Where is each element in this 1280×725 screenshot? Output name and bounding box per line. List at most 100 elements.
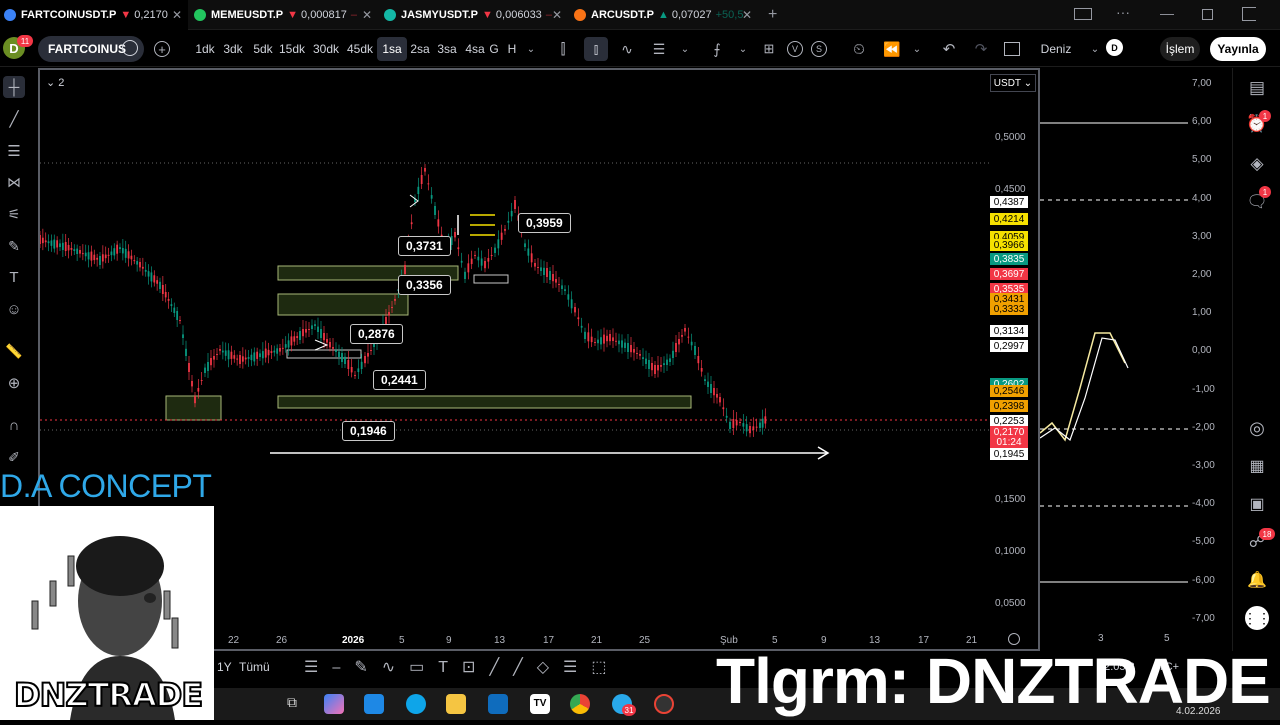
redo-icon[interactable]: ↷ bbox=[972, 40, 990, 58]
chrome-icon[interactable] bbox=[570, 694, 590, 714]
range-1y[interactable]: 1Y bbox=[217, 660, 232, 674]
grid-apps-icon[interactable]: ⋮⋮ bbox=[1243, 606, 1271, 630]
close-icon[interactable]: ✕ bbox=[742, 8, 752, 22]
ruler-icon[interactable]: 📏 bbox=[3, 340, 25, 362]
range-all[interactable]: Tümü bbox=[239, 660, 270, 674]
target-icon[interactable]: ◎ bbox=[1245, 416, 1269, 440]
tab-2[interactable]: JASMYUSDT.P ▼ 0,006033– ✕ bbox=[380, 0, 568, 30]
interval-15dk[interactable]: 15dk bbox=[277, 37, 307, 61]
time-tick: 25 bbox=[639, 635, 651, 646]
taskview-icon[interactable]: ⧉ bbox=[282, 694, 302, 714]
fib-icon[interactable]: ⚟ bbox=[3, 203, 25, 225]
watchlist-icon[interactable]: ▤ bbox=[1245, 76, 1269, 100]
candle-body bbox=[173, 307, 176, 313]
chevron-down-icon[interactable]: ⌄ bbox=[676, 40, 694, 58]
candle-body bbox=[675, 343, 677, 352]
panel-icon[interactable] bbox=[1074, 8, 1092, 20]
bell-icon[interactable]: 🔔 bbox=[1245, 568, 1269, 592]
emoji-icon[interactable]: ☺ bbox=[3, 298, 25, 320]
candle-body bbox=[490, 255, 493, 256]
calendar-icon[interactable]: ▦ bbox=[1245, 454, 1269, 478]
store-icon[interactable] bbox=[364, 694, 384, 714]
layers-icon[interactable]: ◈ bbox=[1245, 152, 1269, 176]
candle-body bbox=[570, 299, 573, 309]
chevron-down-icon[interactable]: ⌄ bbox=[522, 40, 540, 58]
alert-v-icon[interactable]: V bbox=[787, 41, 803, 57]
candle-body bbox=[185, 348, 187, 356]
interval-1dk[interactable]: 1dk bbox=[190, 37, 220, 61]
edge-icon[interactable] bbox=[406, 694, 426, 714]
window-minimize-icon[interactable]: — bbox=[1160, 5, 1174, 21]
tab-0[interactable]: FARTCOINUSDT.P ▼ 0,2170 ✕ bbox=[0, 0, 188, 30]
close-icon[interactable]: ✕ bbox=[362, 8, 372, 22]
interval-3sa[interactable]: 3sa bbox=[432, 37, 462, 61]
price-tick: 0,1500 bbox=[995, 494, 1026, 505]
brush-icon[interactable]: ✎ bbox=[3, 235, 25, 257]
trendline-icon[interactable]: ╱ bbox=[3, 108, 25, 130]
tradingview-icon[interactable]: TV bbox=[530, 694, 550, 714]
interval-1sa[interactable]: 1sa bbox=[377, 37, 407, 61]
layout-name[interactable]: Deniz bbox=[1036, 37, 1076, 61]
layout-icon[interactable] bbox=[1004, 42, 1020, 56]
time-tick: 13 bbox=[494, 635, 506, 646]
trade-button[interactable]: İşlem bbox=[1160, 37, 1200, 61]
interval-3dk[interactable]: 3dk bbox=[218, 37, 248, 61]
indicators-icon[interactable]: ☰ bbox=[650, 40, 668, 58]
candle-body bbox=[360, 361, 363, 369]
interval-5dk[interactable]: 5dk bbox=[248, 37, 278, 61]
candle-body bbox=[130, 255, 133, 260]
line-chart-icon[interactable]: ∿ bbox=[618, 40, 636, 58]
alert-heart-icon[interactable] bbox=[122, 40, 138, 56]
quick-tools[interactable]: ☰⎯✎∿▭T⊡╱╱◇☰⬚ bbox=[304, 657, 620, 677]
crosshair-icon[interactable]: ┼ bbox=[3, 76, 25, 98]
chevron-down-icon[interactable]: ⌄ bbox=[1086, 40, 1104, 58]
magnet-icon[interactable]: ∩ bbox=[3, 414, 25, 436]
dots-icon[interactable]: ··· bbox=[1116, 4, 1130, 20]
interval-2sa[interactable]: 2sa bbox=[405, 37, 435, 61]
interval-G[interactable]: G bbox=[487, 37, 501, 61]
interval-4sa[interactable]: 4sa bbox=[460, 37, 490, 61]
candle-body bbox=[159, 281, 161, 289]
candle-chart-type-icon[interactable]: ⫾ bbox=[584, 37, 608, 61]
candle-body bbox=[121, 248, 124, 254]
compare-add-icon[interactable]: + bbox=[154, 41, 170, 57]
pattern-icon[interactable]: ⋈ bbox=[3, 171, 25, 193]
horizontal-lines-icon[interactable]: ☰ bbox=[3, 140, 25, 162]
symbol-search[interactable]: FARTCOINUS bbox=[38, 36, 144, 62]
new-tab-icon[interactable]: + bbox=[768, 6, 777, 24]
interval-30dk[interactable]: 30dk bbox=[311, 37, 341, 61]
bar-chart-type-icon[interactable]: ⫿ bbox=[554, 40, 572, 58]
zoom-icon[interactable]: ⊕ bbox=[3, 372, 25, 394]
candle-body bbox=[621, 340, 623, 348]
tab-bar: FARTCOINUSDT.P ▼ 0,2170 ✕ MEMEUSDT.P ▼ 0,00081… bbox=[0, 0, 1280, 30]
copilot-icon[interactable] bbox=[324, 694, 344, 714]
templates-icon[interactable]: ⊞ bbox=[760, 40, 778, 58]
replay-icon[interactable]: ⏪ bbox=[883, 40, 901, 58]
text-icon[interactable]: T bbox=[3, 266, 25, 288]
chevron-down-icon[interactable]: ⌄ bbox=[734, 40, 752, 58]
candle-body bbox=[587, 332, 590, 342]
tab-3[interactable]: ARCUSDT.P ▲ 0,07027 +50,5 ✕ bbox=[570, 0, 758, 30]
interval-45dk[interactable]: 45dk bbox=[345, 37, 375, 61]
candle-body bbox=[170, 304, 173, 306]
indicator-pane[interactable]: 7,00 6,00 5,00 4,00 3,00 2,00 1,00 0,00 -1,00 -2,… bbox=[1040, 68, 1230, 651]
indicators-fx-icon[interactable]: ⨍ bbox=[708, 40, 726, 58]
interval-H[interactable]: H bbox=[505, 37, 519, 61]
publish-button[interactable]: Yayınla bbox=[1210, 37, 1266, 61]
candle-body bbox=[549, 271, 551, 280]
window-restore-icon[interactable] bbox=[1202, 9, 1213, 20]
close-icon[interactable]: ✕ bbox=[552, 8, 562, 22]
app-icon[interactable] bbox=[654, 694, 674, 714]
candle-body bbox=[264, 348, 267, 358]
alert-clock-icon[interactable]: ⏲ bbox=[850, 40, 868, 58]
news-icon[interactable]: ▣ bbox=[1245, 492, 1269, 516]
lock-draw-icon[interactable]: ✐ bbox=[3, 446, 25, 468]
alert-s-icon[interactable]: S bbox=[811, 41, 827, 57]
chevron-down-icon[interactable]: ⌄ bbox=[908, 40, 926, 58]
folder-icon[interactable] bbox=[446, 694, 466, 714]
exit-icon[interactable] bbox=[1242, 7, 1256, 21]
tab-1[interactable]: MEMEUSDT.P ▼ 0,000817– ✕ bbox=[190, 0, 378, 30]
outlook-icon[interactable] bbox=[488, 694, 508, 714]
close-icon[interactable]: ✕ bbox=[172, 8, 182, 22]
undo-icon[interactable]: ↶ bbox=[940, 40, 958, 58]
